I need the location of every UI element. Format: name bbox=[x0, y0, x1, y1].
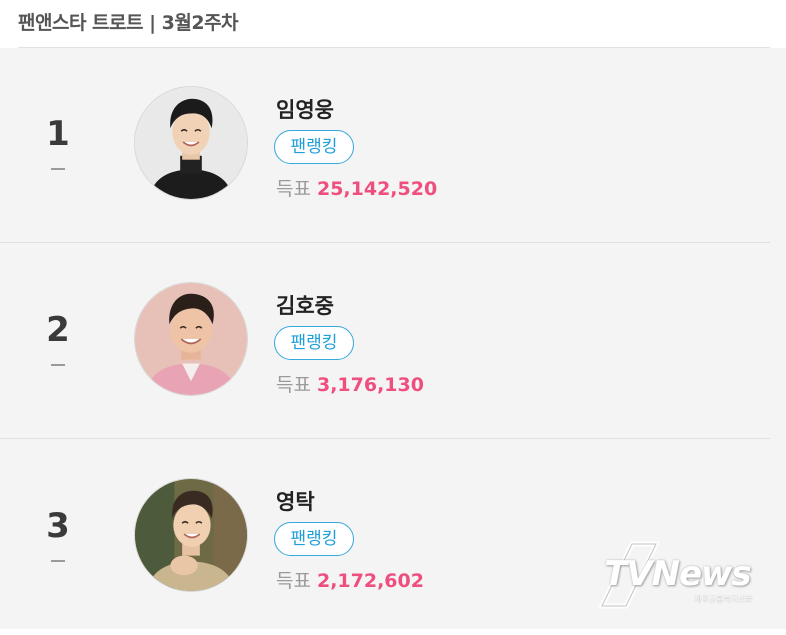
avatar-image bbox=[135, 87, 247, 199]
vote-count: 3,176,130 bbox=[316, 374, 424, 396]
fan-ranking-button[interactable]: 팬랭킹 bbox=[274, 326, 354, 360]
vote-label: 득표 bbox=[276, 178, 311, 200]
vote-count: 2,172,602 bbox=[316, 570, 424, 592]
fan-ranking-button[interactable]: 팬랭킹 bbox=[274, 522, 354, 556]
rank-number: 2 bbox=[46, 310, 70, 350]
artist-name[interactable]: 김호중 bbox=[276, 290, 334, 320]
ranking-row[interactable]: 1 임영웅 팬랭킹 득표 25,142,520 bbox=[0, 48, 786, 243]
vote-label: 득표 bbox=[276, 570, 311, 592]
avatar[interactable] bbox=[134, 86, 248, 200]
artist-name[interactable]: 영탁 bbox=[276, 486, 315, 516]
vote-info: 득표 25,142,520 bbox=[276, 174, 437, 201]
watermark-logo: TVNews 제주교통복지신문 bbox=[598, 540, 768, 616]
avatar[interactable] bbox=[134, 282, 248, 396]
rank-number: 1 bbox=[46, 114, 70, 154]
rank-change-dash-icon bbox=[51, 168, 65, 170]
vote-count: 25,142,520 bbox=[316, 178, 438, 200]
header: 팬앤스타 트로트 | 3월2주차 bbox=[0, 0, 786, 48]
vote-info: 득표 2,172,602 bbox=[276, 566, 424, 593]
avatar[interactable] bbox=[134, 478, 248, 592]
rank-change-dash-icon bbox=[51, 364, 65, 366]
artist-name[interactable]: 임영웅 bbox=[276, 94, 334, 124]
ranking-row[interactable]: 2 김호중 팬랭킹 득표 3,176,130 bbox=[0, 244, 786, 439]
rank-change-dash-icon bbox=[51, 560, 65, 562]
row-divider bbox=[0, 242, 770, 243]
vote-info: 득표 3,176,130 bbox=[276, 370, 424, 397]
vote-label: 득표 bbox=[276, 374, 311, 396]
avatar-image bbox=[135, 283, 247, 395]
fan-ranking-button[interactable]: 팬랭킹 bbox=[274, 130, 354, 164]
row-divider bbox=[0, 438, 770, 439]
watermark-text: TVNews bbox=[604, 554, 752, 594]
avatar-image bbox=[135, 479, 247, 591]
rank-number: 3 bbox=[46, 506, 70, 546]
page-title: 팬앤스타 트로트 | 3월2주차 bbox=[18, 12, 239, 34]
watermark-subtext: 제주교통복지신문 bbox=[694, 595, 753, 604]
